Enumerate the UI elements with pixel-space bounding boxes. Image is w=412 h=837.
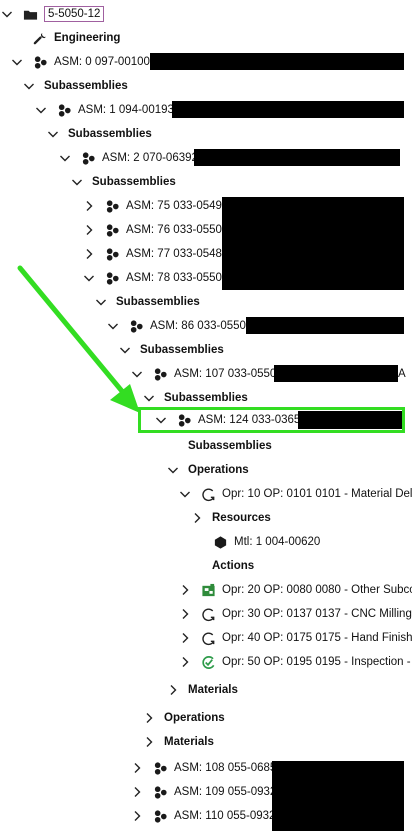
annotation-arrow: [17, 265, 140, 413]
